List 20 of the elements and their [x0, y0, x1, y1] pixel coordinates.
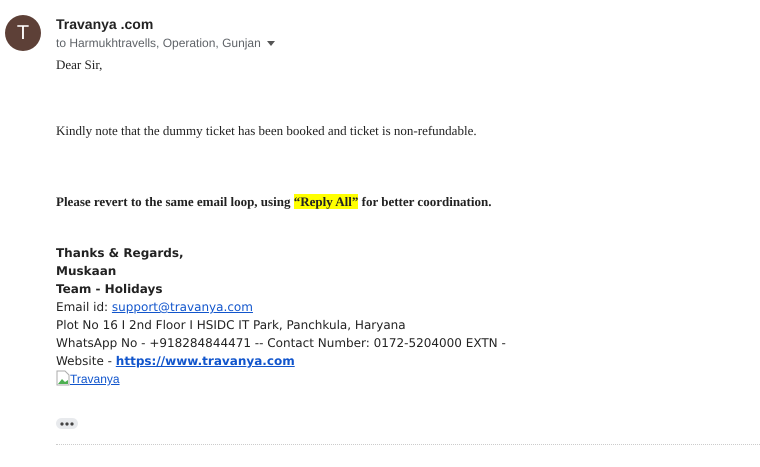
email-link[interactable]: support@travanya.com — [112, 300, 253, 314]
email-label: Email id: — [56, 300, 110, 314]
request-text: Please revert to the same email loop, using “Reply All” for better coordination. — [56, 194, 492, 210]
message-text: Kindly note that the dummy ticket has been booked and ticket is non-refundable. — [56, 123, 478, 139]
sender-name: Travanya .com — [56, 16, 154, 32]
greeting: Dear Sir, — [56, 57, 104, 73]
website-label: Website - — [56, 354, 113, 368]
logo-link[interactable]: Travanya — [70, 372, 120, 386]
website-link[interactable]: https://www.travanya.com — [116, 354, 295, 368]
phone-numbers: WhatsApp No - +918284844471 -- Contact Number: 0172-5204000 EXTN - — [56, 335, 507, 352]
address: Plot No 16 I 2nd Floor I HSIDC IT Park, Panchkula, Haryana — [56, 317, 407, 334]
show-trimmed-button[interactable] — [56, 418, 78, 429]
ellipsis-icon — [60, 422, 74, 426]
recipients: to Harmukhtravells, Operation, Gunjan — [56, 36, 261, 50]
closing: Thanks & Regards, — [56, 245, 185, 262]
caret-icon[interactable] — [266, 40, 275, 46]
team-name: Team - Holidays — [56, 281, 164, 298]
sender-avatar: T — [5, 15, 41, 51]
broken-image-icon — [56, 370, 70, 386]
signer-name: Muskaan — [56, 263, 118, 280]
